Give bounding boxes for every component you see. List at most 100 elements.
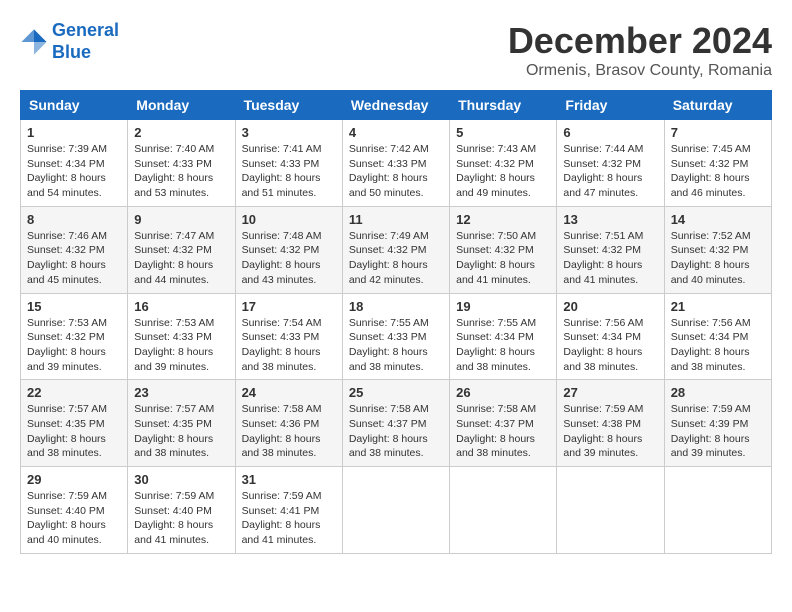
- day-header-wednesday: Wednesday: [342, 91, 449, 120]
- day-info: Sunrise: 7:55 AM Sunset: 4:34 PM Dayligh…: [456, 316, 550, 375]
- day-info: Sunrise: 7:47 AM Sunset: 4:32 PM Dayligh…: [134, 229, 228, 288]
- month-title: December 2024: [508, 20, 772, 62]
- day-header-monday: Monday: [128, 91, 235, 120]
- day-info: Sunrise: 7:54 AM Sunset: 4:33 PM Dayligh…: [242, 316, 336, 375]
- calendar-header-row: SundayMondayTuesdayWednesdayThursdayFrid…: [21, 91, 772, 120]
- day-number: 20: [563, 299, 657, 314]
- calendar-day-8: 8 Sunrise: 7:46 AM Sunset: 4:32 PM Dayli…: [21, 206, 128, 293]
- day-number: 12: [456, 212, 550, 227]
- day-number: 26: [456, 385, 550, 400]
- day-info: Sunrise: 7:58 AM Sunset: 4:36 PM Dayligh…: [242, 402, 336, 461]
- calendar-day-11: 11 Sunrise: 7:49 AM Sunset: 4:32 PM Dayl…: [342, 206, 449, 293]
- calendar-day-1: 1 Sunrise: 7:39 AM Sunset: 4:34 PM Dayli…: [21, 120, 128, 207]
- calendar-week-4: 22 Sunrise: 7:57 AM Sunset: 4:35 PM Dayl…: [21, 380, 772, 467]
- calendar-week-1: 1 Sunrise: 7:39 AM Sunset: 4:34 PM Dayli…: [21, 120, 772, 207]
- day-number: 27: [563, 385, 657, 400]
- day-number: 22: [27, 385, 121, 400]
- calendar-day-6: 6 Sunrise: 7:44 AM Sunset: 4:32 PM Dayli…: [557, 120, 664, 207]
- calendar-week-2: 8 Sunrise: 7:46 AM Sunset: 4:32 PM Dayli…: [21, 206, 772, 293]
- calendar-day-17: 17 Sunrise: 7:54 AM Sunset: 4:33 PM Dayl…: [235, 293, 342, 380]
- day-info: Sunrise: 7:59 AM Sunset: 4:41 PM Dayligh…: [242, 489, 336, 548]
- day-number: 1: [27, 125, 121, 140]
- day-info: Sunrise: 7:58 AM Sunset: 4:37 PM Dayligh…: [349, 402, 443, 461]
- day-number: 11: [349, 212, 443, 227]
- day-info: Sunrise: 7:43 AM Sunset: 4:32 PM Dayligh…: [456, 142, 550, 201]
- day-info: Sunrise: 7:46 AM Sunset: 4:32 PM Dayligh…: [27, 229, 121, 288]
- day-info: Sunrise: 7:49 AM Sunset: 4:32 PM Dayligh…: [349, 229, 443, 288]
- day-number: 30: [134, 472, 228, 487]
- logo-icon: [20, 28, 48, 56]
- day-number: 31: [242, 472, 336, 487]
- day-number: 8: [27, 212, 121, 227]
- calendar-day-30: 30 Sunrise: 7:59 AM Sunset: 4:40 PM Dayl…: [128, 467, 235, 554]
- empty-cell: [450, 467, 557, 554]
- empty-cell: [664, 467, 771, 554]
- title-section: December 2024 Ormenis, Brasov County, Ro…: [508, 20, 772, 80]
- day-number: 10: [242, 212, 336, 227]
- calendar-day-18: 18 Sunrise: 7:55 AM Sunset: 4:33 PM Dayl…: [342, 293, 449, 380]
- day-number: 5: [456, 125, 550, 140]
- day-header-saturday: Saturday: [664, 91, 771, 120]
- calendar-day-20: 20 Sunrise: 7:56 AM Sunset: 4:34 PM Dayl…: [557, 293, 664, 380]
- day-info: Sunrise: 7:52 AM Sunset: 4:32 PM Dayligh…: [671, 229, 765, 288]
- calendar-day-31: 31 Sunrise: 7:59 AM Sunset: 4:41 PM Dayl…: [235, 467, 342, 554]
- calendar-day-9: 9 Sunrise: 7:47 AM Sunset: 4:32 PM Dayli…: [128, 206, 235, 293]
- day-info: Sunrise: 7:59 AM Sunset: 4:38 PM Dayligh…: [563, 402, 657, 461]
- day-number: 7: [671, 125, 765, 140]
- calendar-day-4: 4 Sunrise: 7:42 AM Sunset: 4:33 PM Dayli…: [342, 120, 449, 207]
- day-header-sunday: Sunday: [21, 91, 128, 120]
- day-info: Sunrise: 7:57 AM Sunset: 4:35 PM Dayligh…: [134, 402, 228, 461]
- empty-cell: [342, 467, 449, 554]
- calendar-day-21: 21 Sunrise: 7:56 AM Sunset: 4:34 PM Dayl…: [664, 293, 771, 380]
- day-info: Sunrise: 7:45 AM Sunset: 4:32 PM Dayligh…: [671, 142, 765, 201]
- day-info: Sunrise: 7:53 AM Sunset: 4:32 PM Dayligh…: [27, 316, 121, 375]
- day-header-tuesday: Tuesday: [235, 91, 342, 120]
- day-info: Sunrise: 7:39 AM Sunset: 4:34 PM Dayligh…: [27, 142, 121, 201]
- day-info: Sunrise: 7:59 AM Sunset: 4:40 PM Dayligh…: [27, 489, 121, 548]
- header: General Blue December 2024 Ormenis, Bras…: [20, 20, 772, 80]
- day-info: Sunrise: 7:56 AM Sunset: 4:34 PM Dayligh…: [563, 316, 657, 375]
- calendar-day-10: 10 Sunrise: 7:48 AM Sunset: 4:32 PM Dayl…: [235, 206, 342, 293]
- day-info: Sunrise: 7:59 AM Sunset: 4:39 PM Dayligh…: [671, 402, 765, 461]
- calendar-day-26: 26 Sunrise: 7:58 AM Sunset: 4:37 PM Dayl…: [450, 380, 557, 467]
- day-number: 15: [27, 299, 121, 314]
- calendar-week-3: 15 Sunrise: 7:53 AM Sunset: 4:32 PM Dayl…: [21, 293, 772, 380]
- day-number: 4: [349, 125, 443, 140]
- day-number: 29: [27, 472, 121, 487]
- calendar-day-7: 7 Sunrise: 7:45 AM Sunset: 4:32 PM Dayli…: [664, 120, 771, 207]
- day-info: Sunrise: 7:50 AM Sunset: 4:32 PM Dayligh…: [456, 229, 550, 288]
- day-number: 16: [134, 299, 228, 314]
- day-number: 25: [349, 385, 443, 400]
- calendar-day-27: 27 Sunrise: 7:59 AM Sunset: 4:38 PM Dayl…: [557, 380, 664, 467]
- subtitle: Ormenis, Brasov County, Romania: [508, 62, 772, 80]
- day-number: 23: [134, 385, 228, 400]
- calendar-day-22: 22 Sunrise: 7:57 AM Sunset: 4:35 PM Dayl…: [21, 380, 128, 467]
- day-header-friday: Friday: [557, 91, 664, 120]
- day-info: Sunrise: 7:51 AM Sunset: 4:32 PM Dayligh…: [563, 229, 657, 288]
- day-info: Sunrise: 7:44 AM Sunset: 4:32 PM Dayligh…: [563, 142, 657, 201]
- calendar-day-24: 24 Sunrise: 7:58 AM Sunset: 4:36 PM Dayl…: [235, 380, 342, 467]
- calendar-day-25: 25 Sunrise: 7:58 AM Sunset: 4:37 PM Dayl…: [342, 380, 449, 467]
- calendar-day-23: 23 Sunrise: 7:57 AM Sunset: 4:35 PM Dayl…: [128, 380, 235, 467]
- calendar-week-5: 29 Sunrise: 7:59 AM Sunset: 4:40 PM Dayl…: [21, 467, 772, 554]
- calendar-day-15: 15 Sunrise: 7:53 AM Sunset: 4:32 PM Dayl…: [21, 293, 128, 380]
- calendar-day-29: 29 Sunrise: 7:59 AM Sunset: 4:40 PM Dayl…: [21, 467, 128, 554]
- day-info: Sunrise: 7:41 AM Sunset: 4:33 PM Dayligh…: [242, 142, 336, 201]
- day-number: 14: [671, 212, 765, 227]
- day-number: 18: [349, 299, 443, 314]
- calendar-day-5: 5 Sunrise: 7:43 AM Sunset: 4:32 PM Dayli…: [450, 120, 557, 207]
- day-number: 19: [456, 299, 550, 314]
- calendar-day-13: 13 Sunrise: 7:51 AM Sunset: 4:32 PM Dayl…: [557, 206, 664, 293]
- calendar-day-28: 28 Sunrise: 7:59 AM Sunset: 4:39 PM Dayl…: [664, 380, 771, 467]
- calendar-table: SundayMondayTuesdayWednesdayThursdayFrid…: [20, 90, 772, 554]
- calendar-day-16: 16 Sunrise: 7:53 AM Sunset: 4:33 PM Dayl…: [128, 293, 235, 380]
- day-number: 28: [671, 385, 765, 400]
- logo: General Blue: [20, 20, 119, 63]
- day-number: 24: [242, 385, 336, 400]
- day-info: Sunrise: 7:48 AM Sunset: 4:32 PM Dayligh…: [242, 229, 336, 288]
- day-info: Sunrise: 7:42 AM Sunset: 4:33 PM Dayligh…: [349, 142, 443, 201]
- day-info: Sunrise: 7:40 AM Sunset: 4:33 PM Dayligh…: [134, 142, 228, 201]
- empty-cell: [557, 467, 664, 554]
- day-number: 9: [134, 212, 228, 227]
- day-number: 2: [134, 125, 228, 140]
